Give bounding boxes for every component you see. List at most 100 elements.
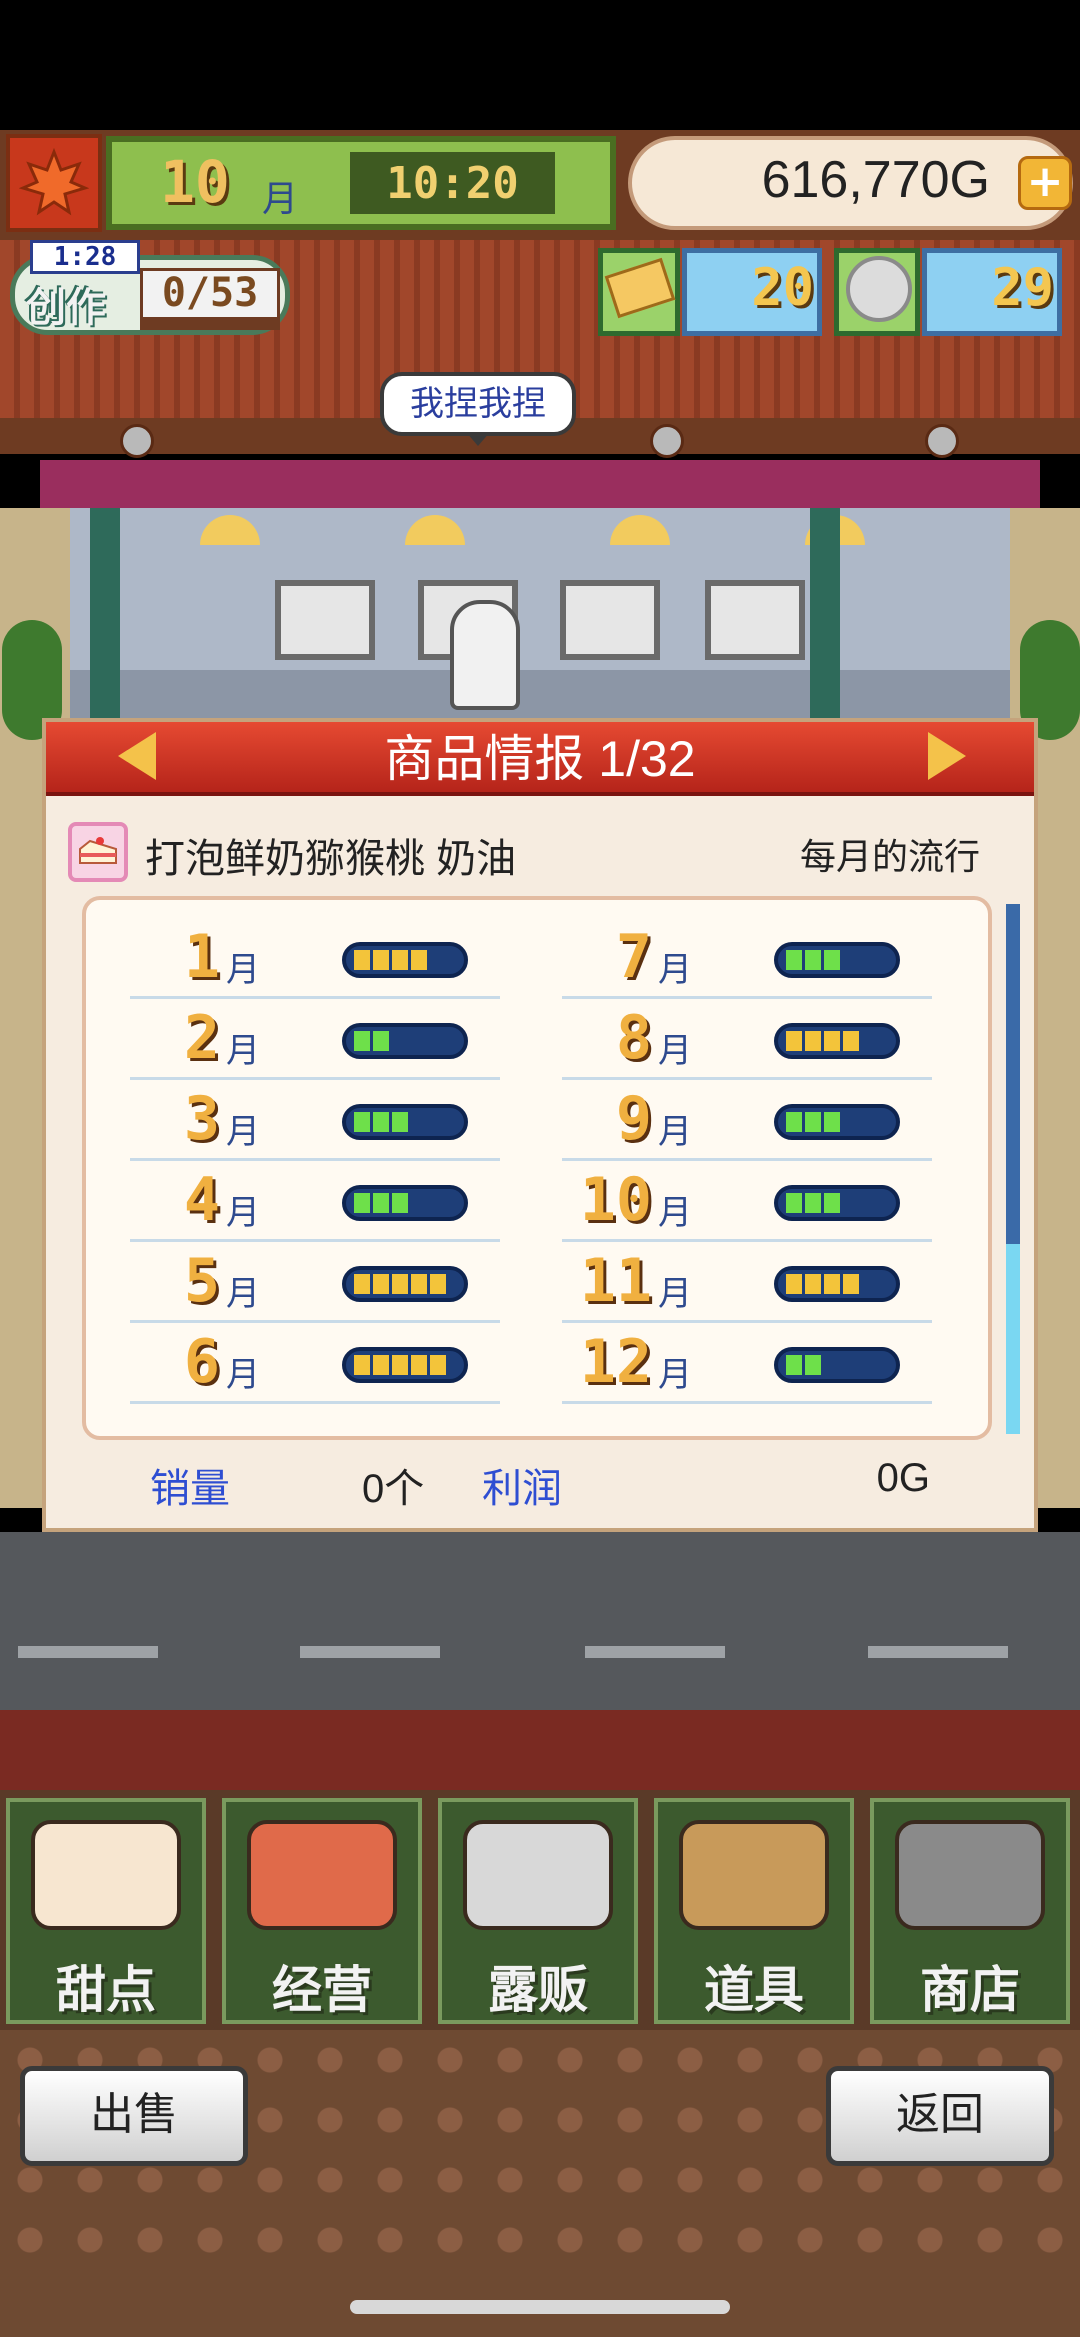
row-divider — [562, 1077, 932, 1080]
status-bar-area — [0, 0, 1080, 130]
month-number: 5 — [183, 1246, 220, 1316]
roof-lamp — [650, 424, 684, 458]
row-divider — [130, 1320, 500, 1323]
meter-segment — [373, 950, 389, 970]
road-marking — [868, 1646, 1008, 1658]
row-divider — [130, 1239, 500, 1242]
meter-segment — [786, 1031, 802, 1051]
popularity-meter — [774, 1266, 900, 1302]
month-trend-row: 6月 — [130, 1327, 500, 1407]
popularity-meter — [342, 1023, 468, 1059]
meter-segment — [843, 1031, 859, 1051]
road-marking — [18, 1646, 158, 1658]
meter-segment — [392, 1274, 408, 1294]
month-trend-row: 1月 — [130, 922, 500, 1002]
product-name: 打泡鲜奶猕猴桃 奶油 — [145, 837, 517, 881]
row-divider — [562, 1401, 932, 1404]
roof-lamp — [120, 424, 154, 458]
popularity-meter — [774, 942, 900, 978]
chef-icon[interactable] — [450, 600, 520, 710]
back-button[interactable]: 返回 — [826, 2066, 1054, 2166]
item-bag-icon — [679, 1820, 829, 1930]
month-unit: 月 — [226, 1031, 260, 1071]
meter-segment — [824, 1112, 840, 1132]
popularity-meter — [342, 942, 468, 978]
meter-segment — [392, 950, 408, 970]
month-unit: 月 — [658, 950, 692, 990]
road-marking — [300, 1646, 440, 1658]
month-trend-row: 4月 — [130, 1165, 500, 1245]
meter-segment — [354, 1031, 370, 1051]
month-unit: 月 — [658, 1355, 692, 1395]
shop-icon — [247, 1820, 397, 1930]
monthly-trend-label: 每月的流行 — [800, 836, 981, 877]
next-arrow-icon[interactable] — [928, 732, 966, 780]
month-number: 9 — [615, 1084, 652, 1154]
meter-segment — [392, 1193, 408, 1213]
row-divider — [562, 1158, 932, 1161]
month-trend-row: 12 月 — [562, 1327, 932, 1407]
row-divider — [130, 1158, 500, 1161]
meter-segment — [786, 950, 802, 970]
oven-icon — [560, 580, 660, 660]
popularity-meter — [342, 1104, 468, 1140]
sell-button[interactable]: 出售 — [20, 2066, 248, 2166]
menu-button-label: 露贩 — [488, 1962, 588, 2018]
oven-icon — [705, 580, 805, 660]
popularity-meter — [342, 1266, 468, 1302]
meter-segment — [373, 1193, 389, 1213]
meter-segment — [354, 950, 370, 970]
popularity-meter — [342, 1185, 468, 1221]
meter-segment — [786, 1112, 802, 1132]
game-time: 10:20 — [350, 152, 555, 214]
meter-segment — [392, 1112, 408, 1132]
month-number: 3 — [183, 1084, 220, 1154]
month-number: 4 — [183, 1165, 220, 1235]
menu-button-label: 经营 — [272, 1962, 372, 2018]
meter-segment — [354, 1355, 370, 1375]
menu-button-label: 商店 — [920, 1962, 1020, 2018]
meter-segment — [805, 1112, 821, 1132]
meter-segment — [824, 950, 840, 970]
speech-bubble-tail — [466, 432, 490, 446]
popularity-meter — [774, 1023, 900, 1059]
row-divider — [130, 996, 500, 999]
meter-segment — [373, 1112, 389, 1132]
month-unit: 月 — [226, 950, 260, 990]
prev-arrow-icon[interactable] — [118, 732, 156, 780]
month-trend-row: 8月 — [562, 1003, 932, 1083]
meter-segment — [843, 1274, 859, 1294]
row-divider — [130, 1401, 500, 1404]
month-trend-row: 10 月 — [562, 1165, 932, 1245]
month-number: 8 — [615, 1003, 652, 1073]
meter-segment — [824, 1031, 840, 1051]
row-divider — [562, 1320, 932, 1323]
create-progress-bar — [140, 320, 280, 330]
current-month: 10 — [160, 148, 230, 216]
month-number: 6 — [183, 1327, 220, 1397]
meter-segment — [824, 1193, 840, 1213]
meter-segment — [430, 1274, 446, 1294]
home-indicator[interactable] — [350, 2300, 730, 2314]
month-unit: 月 — [226, 1193, 260, 1233]
scrollbar-thumb[interactable] — [1006, 904, 1020, 1244]
month-number: 11 — [579, 1246, 652, 1316]
speech-bubble[interactable]: 我捏我捏 — [380, 372, 576, 436]
cake-icon — [31, 1820, 181, 1930]
shopping-cart-icon — [895, 1820, 1045, 1930]
month-number: 10 — [579, 1165, 652, 1235]
meter-segment — [824, 1274, 840, 1294]
food-truck-icon — [463, 1820, 613, 1930]
create-count: 0/53 — [140, 268, 280, 320]
profit-label: 利润 — [482, 1467, 562, 1511]
add-gold-button[interactable]: + — [1018, 156, 1072, 210]
maple-leaf-icon — [19, 148, 89, 216]
meter-segment — [430, 1355, 446, 1375]
popularity-meter — [774, 1347, 900, 1383]
row-divider — [562, 996, 932, 999]
street — [0, 1532, 1080, 1710]
season-icon-box[interactable] — [6, 134, 102, 232]
pillar — [810, 508, 840, 728]
create-label: 创作 — [26, 285, 106, 331]
month-trend-row: 7月 — [562, 922, 932, 1002]
